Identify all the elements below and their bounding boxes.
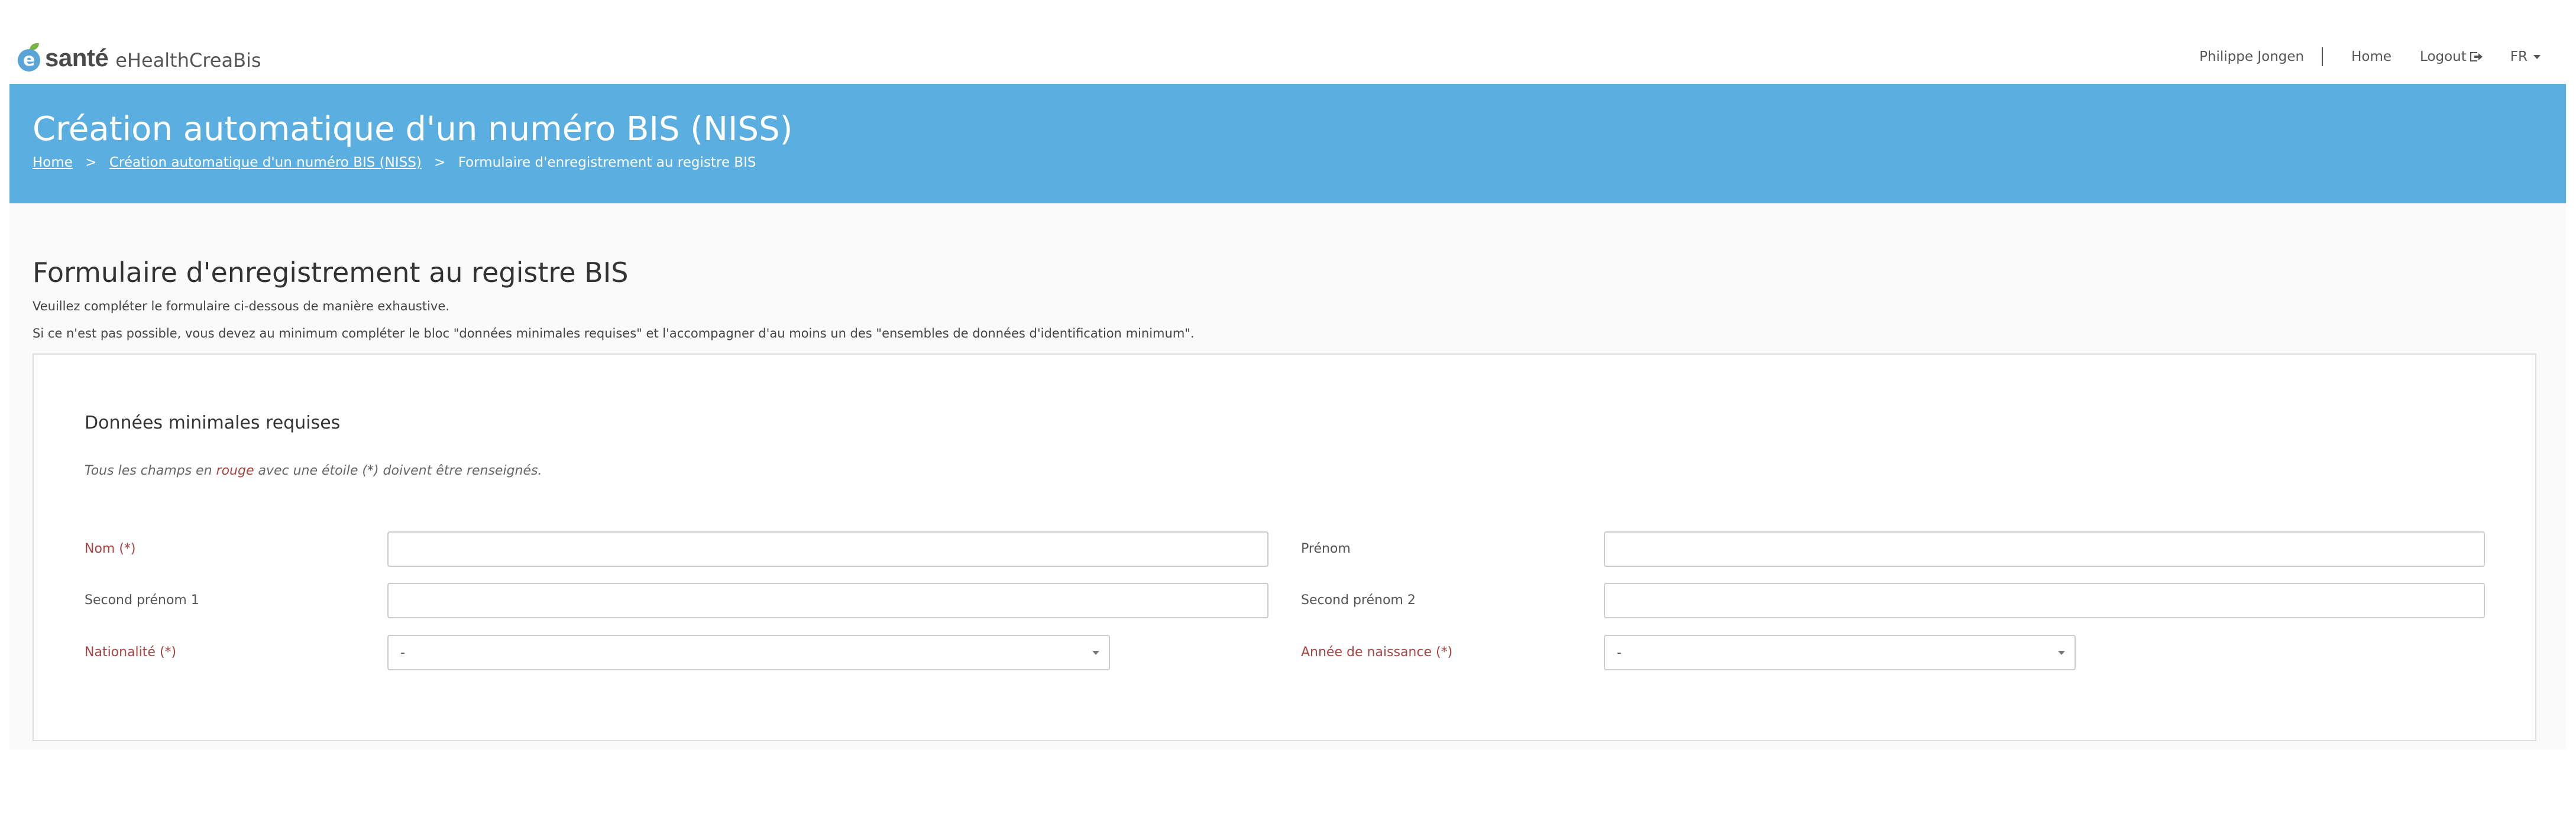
nav-home-label: Home <box>2351 49 2392 64</box>
breadcrumb-current: Formulaire d'enregistrement au registre … <box>458 155 756 170</box>
chevron-down-icon <box>1092 650 1099 655</box>
language-label: FR <box>2510 49 2528 64</box>
chevron-down-icon <box>2533 54 2541 59</box>
top-nav: Philippe Jongen Home Logout FR <box>2199 44 2541 70</box>
nav-home-link[interactable]: Home <box>2351 49 2391 64</box>
breadcrumb: Home > Création automatique d'un numéro … <box>33 155 756 170</box>
annee-naissance-label: Année de naissance (*) <box>1301 645 1453 660</box>
language-dropdown[interactable]: FR <box>2510 49 2541 64</box>
chevron-down-icon <box>2058 650 2065 655</box>
form-title: Formulaire d'enregistrement au registre … <box>33 257 629 288</box>
esante-logo[interactable]: e santé eHealthCreaBis <box>18 39 261 77</box>
second-prenom-2-input[interactable] <box>1604 583 2485 618</box>
note-red-word: rouge <box>216 463 254 478</box>
top-bar: e santé eHealthCreaBis Philippe Jongen H… <box>0 0 2576 83</box>
main-content: Formulaire d'enregistrement au registre … <box>9 203 2566 750</box>
nationalite-selected-value: - <box>400 645 405 660</box>
logout-link[interactable]: Logout <box>2420 49 2483 64</box>
page-banner: Création automatique d'un numéro BIS (NI… <box>9 84 2566 203</box>
annee-naissance-selected-value: - <box>1617 645 1622 660</box>
app-root: e santé eHealthCreaBis Philippe Jongen H… <box>0 0 2576 837</box>
note-text: avec une étoile (*) doivent être renseig… <box>254 463 542 478</box>
prenom-label: Prénom <box>1301 541 1351 556</box>
breadcrumb-separator: > <box>85 155 97 170</box>
nav-separator <box>2322 47 2323 66</box>
app-name: eHealthCreaBis <box>115 49 261 72</box>
form-intro-text: Veuillez compléter le formulaire ci-dess… <box>33 299 449 313</box>
breadcrumb-creation[interactable]: Création automatique d'un numéro BIS (NI… <box>109 155 422 170</box>
form-requirement-text: Si ce n'est pas possible, vous devez au … <box>33 326 1195 340</box>
logo-letter: e <box>18 49 40 72</box>
breadcrumb-home[interactable]: Home <box>33 155 73 170</box>
prenom-input[interactable] <box>1604 531 2485 567</box>
nom-label: Nom (*) <box>85 541 136 556</box>
breadcrumb-separator: > <box>434 155 446 170</box>
user-name: Philippe Jongen <box>2199 49 2305 64</box>
logout-icon <box>2470 51 2483 63</box>
nom-input[interactable] <box>387 531 1268 567</box>
logout-label: Logout <box>2420 49 2467 64</box>
panel-title: Données minimales requises <box>85 413 341 433</box>
nationalite-label: Nationalité (*) <box>85 645 177 660</box>
esante-logo-icon: e <box>18 43 41 73</box>
page-title: Création automatique d'un numéro BIS (NI… <box>33 110 793 148</box>
note-text: Tous les champs en <box>85 463 216 478</box>
second-prenom-1-input[interactable] <box>387 583 1268 618</box>
required-fields-note: Tous les champs en rouge avec une étoile… <box>85 463 542 478</box>
annee-naissance-select[interactable]: - <box>1604 635 2076 670</box>
minimal-data-panel: Données minimales requises Tous les cham… <box>33 353 2536 741</box>
nationalite-select[interactable]: - <box>387 635 1110 670</box>
logo-brand-text: santé <box>45 44 109 72</box>
second-prenom-1-label: Second prénom 1 <box>85 593 199 608</box>
second-prenom-2-label: Second prénom 2 <box>1301 593 1416 608</box>
